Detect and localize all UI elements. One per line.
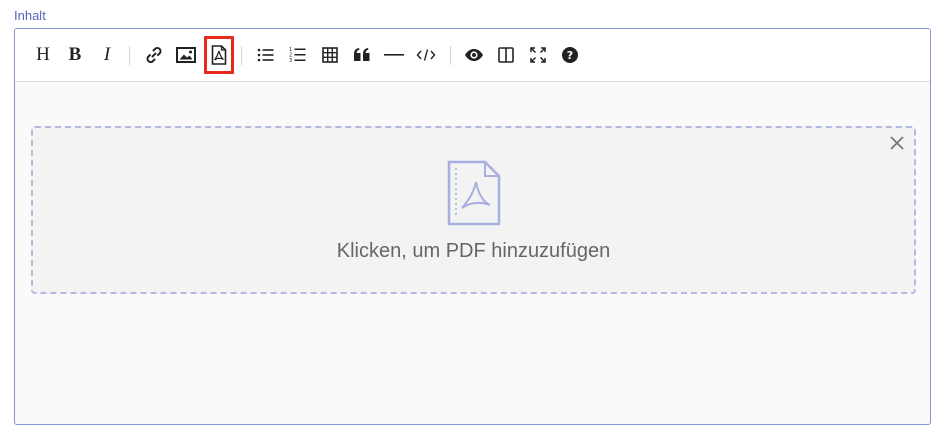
fullscreen-icon bbox=[530, 47, 546, 63]
image-button[interactable] bbox=[171, 40, 201, 70]
preview-icon bbox=[465, 49, 483, 61]
code-button[interactable] bbox=[411, 40, 441, 70]
fullscreen-button[interactable] bbox=[523, 40, 553, 70]
heading-button[interactable]: H bbox=[28, 40, 58, 70]
quote-button[interactable] bbox=[347, 40, 377, 70]
unordered-list-button[interactable] bbox=[251, 40, 281, 70]
ordered-list-icon: 1 2 3 bbox=[289, 47, 306, 64]
pdf-file-icon bbox=[447, 160, 501, 226]
side-by-side-icon bbox=[498, 47, 514, 63]
toolbar-separator bbox=[450, 46, 451, 65]
dropzone-text: Klicken, um PDF hinzuzufügen bbox=[336, 240, 611, 262]
image-icon bbox=[176, 47, 196, 63]
close-icon[interactable] bbox=[888, 134, 906, 152]
unordered-list-icon bbox=[257, 48, 274, 62]
side-by-side-button[interactable] bbox=[491, 40, 521, 70]
link-button[interactable] bbox=[139, 40, 169, 70]
toolbar-separator bbox=[241, 46, 242, 65]
help-icon: ? bbox=[562, 47, 578, 63]
pdf-dropzone[interactable]: Klicken, um PDF hinzuzufügen bbox=[31, 126, 916, 294]
horizontal-rule-icon bbox=[384, 54, 404, 56]
toolbar-separator bbox=[129, 46, 130, 65]
preview-button[interactable] bbox=[459, 40, 489, 70]
link-icon bbox=[146, 47, 162, 63]
pdf-button[interactable] bbox=[204, 36, 234, 74]
svg-text:3: 3 bbox=[289, 58, 292, 64]
help-button[interactable]: ? bbox=[555, 40, 585, 70]
pdf-icon bbox=[211, 45, 227, 65]
markdown-editor: H B I 1 2 3 ? Klicken, um PDF hinzuzufüg… bbox=[14, 28, 931, 425]
svg-text:?: ? bbox=[567, 49, 573, 62]
field-label: Inhalt bbox=[14, 8, 46, 23]
quote-icon bbox=[354, 48, 370, 61]
editor-toolbar: H B I 1 2 3 ? bbox=[15, 29, 930, 82]
ordered-list-button[interactable]: 1 2 3 bbox=[283, 40, 313, 70]
code-icon bbox=[416, 49, 436, 61]
table-icon bbox=[322, 47, 338, 63]
table-button[interactable] bbox=[315, 40, 345, 70]
horizontal-rule-button[interactable] bbox=[379, 40, 409, 70]
bold-button[interactable]: B bbox=[60, 40, 90, 70]
italic-button[interactable]: I bbox=[92, 40, 122, 70]
